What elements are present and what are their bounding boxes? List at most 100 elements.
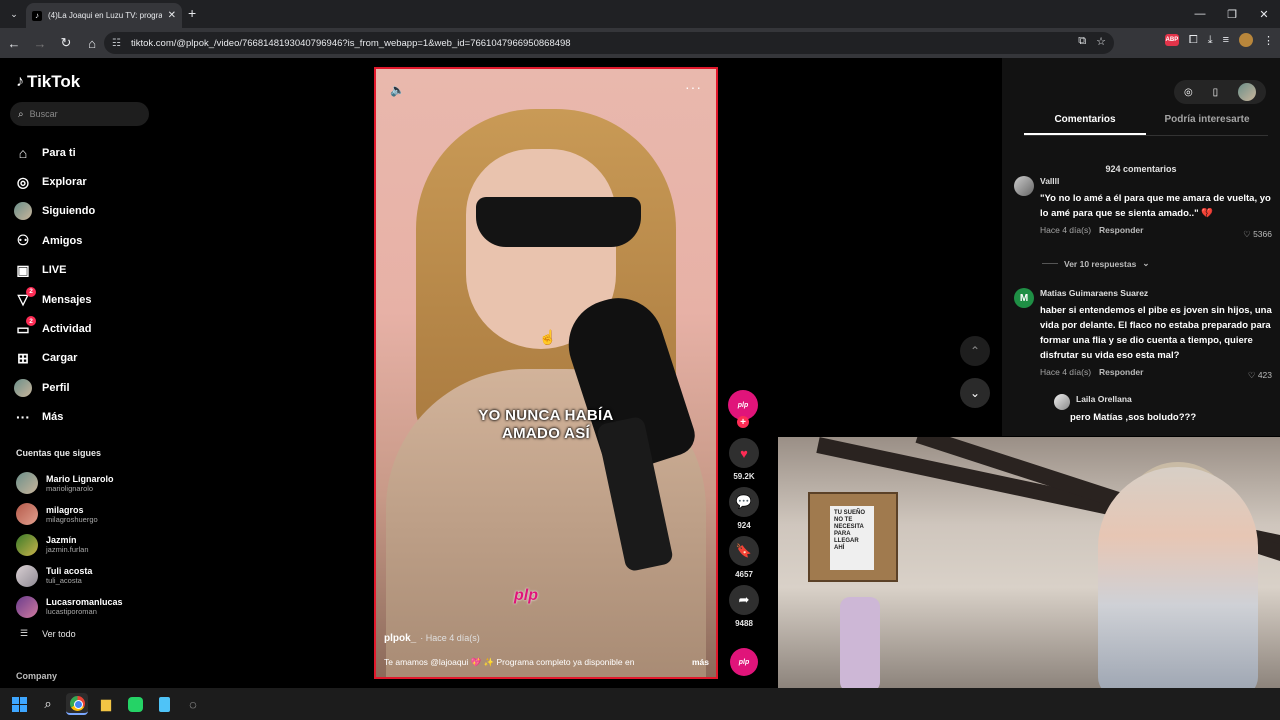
comment-like-button[interactable]: ♡ 5366 bbox=[1243, 229, 1272, 240]
mouse-cursor-icon: ☝ bbox=[539, 329, 557, 345]
search-input[interactable]: ⌕ Buscar bbox=[10, 102, 149, 126]
taskbar: ⌕ ▆ ◌ bbox=[0, 688, 1280, 720]
upload-icon: ⊞ bbox=[17, 349, 29, 366]
extensions-puzzle-icon[interactable]: ⧠ bbox=[1189, 34, 1198, 47]
avatar bbox=[16, 595, 38, 618]
view-replies-button[interactable]: Ver 10 respuestas ⌄ bbox=[1042, 258, 1149, 269]
chrome-taskbar-icon[interactable] bbox=[66, 693, 88, 715]
nav-explorar[interactable]: ◎ Explorar bbox=[14, 167, 154, 196]
start-button[interactable] bbox=[8, 693, 30, 715]
like-action[interactable]: ♥ 59.2K bbox=[728, 438, 760, 481]
file-explorer-icon[interactable]: ▆ bbox=[95, 693, 117, 715]
volume-icon[interactable]: 🔈 bbox=[390, 83, 405, 97]
chrome-menu-icon[interactable]: ⋮ bbox=[1263, 34, 1274, 47]
nav-live[interactable]: ▣ LIVE bbox=[14, 256, 154, 285]
comment-author[interactable]: Matias Guimaraens Suarez bbox=[1040, 288, 1272, 298]
obs-icon[interactable]: ◌ bbox=[182, 693, 204, 715]
avatar[interactable]: M bbox=[1014, 288, 1034, 308]
messages-icon: ▽ 2 bbox=[14, 286, 36, 309]
see-all-link[interactable]: ☰ Ver todo bbox=[20, 628, 76, 639]
comment-meta: Hace 4 día(s) Responder bbox=[1040, 225, 1144, 235]
reply-author[interactable]: Laila Orellana bbox=[1076, 394, 1196, 404]
video-player[interactable]: 🔈 ··· ☝ YO NUNCA HABÍA AMADO ASÍ plp plp… bbox=[374, 67, 718, 679]
person bbox=[1098, 467, 1258, 688]
follow-plus-icon[interactable]: + bbox=[737, 416, 749, 428]
heart-icon[interactable]: ♥ bbox=[729, 438, 759, 468]
previous-video-chevron-up-icon[interactable]: ⌃ bbox=[960, 336, 990, 366]
nav-mensajes[interactable]: ▽ 2 Mensajes bbox=[14, 285, 154, 314]
tab-podria-interesarte[interactable]: Podría interesarte bbox=[1146, 114, 1268, 135]
see-more-link[interactable]: más bbox=[692, 657, 709, 668]
search-icon[interactable]: ⌕ bbox=[37, 693, 59, 715]
video-author[interactable]: plpok_ · Hace 4 día(s) bbox=[384, 633, 480, 644]
nav-cargar[interactable]: ⊞ Cargar bbox=[14, 344, 154, 373]
address-bar[interactable]: ☷ tiktok.com/@plpok_/video/7668148193040… bbox=[104, 32, 1114, 54]
comment-author[interactable]: Vallll bbox=[1040, 176, 1272, 186]
live-icon: ▣ bbox=[16, 261, 30, 278]
comments-count: 924 comentarios bbox=[1105, 164, 1177, 174]
following-account[interactable]: Jazmín jazmin.furlan bbox=[16, 530, 156, 561]
following-account[interactable]: Lucasromanlucas lucastiporoman bbox=[16, 591, 156, 622]
profile-avatar-icon bbox=[14, 378, 32, 397]
avatar[interactable] bbox=[1014, 176, 1034, 196]
panel-top-controls: ◎ ▯ bbox=[1174, 80, 1266, 104]
device-icon[interactable]: ▯ bbox=[1213, 87, 1219, 98]
reply-button[interactable]: Responder bbox=[1099, 225, 1143, 235]
feed-navigation: ⌃ ⌄ bbox=[960, 336, 990, 420]
minimize-button[interactable]: — bbox=[1184, 0, 1216, 28]
next-video-chevron-down-icon[interactable]: ⌄ bbox=[960, 378, 990, 408]
restore-button[interactable]: ❐ bbox=[1216, 0, 1248, 28]
comment-action[interactable]: 💬 924 bbox=[728, 487, 760, 530]
nav-perfil[interactable]: Perfil bbox=[14, 373, 154, 402]
share-icon[interactable]: ➦ bbox=[729, 585, 759, 615]
webcam-overlay: TU SUEÑO NO TE NECESITA PARA LLEGAR AHÍ bbox=[778, 437, 1280, 688]
install-app-icon[interactable]: ⧉ bbox=[1078, 35, 1086, 48]
windows-logo-icon bbox=[11, 696, 27, 712]
reload-button[interactable]: ↻ bbox=[54, 31, 78, 55]
avatar bbox=[16, 533, 38, 556]
forward-button[interactable]: → bbox=[28, 31, 52, 55]
nav-para-ti[interactable]: ⌂ Para ti bbox=[14, 138, 154, 167]
company-link[interactable]: Company bbox=[16, 671, 57, 681]
close-window-button[interactable]: ✕ bbox=[1248, 0, 1280, 28]
whatsapp-icon[interactable] bbox=[124, 693, 146, 715]
following-account[interactable]: milagros milagroshuergo bbox=[16, 499, 156, 530]
comment-like-button[interactable]: ♡ 423 bbox=[1248, 370, 1272, 381]
home-button[interactable]: ⌂ bbox=[80, 31, 104, 55]
following-account[interactable]: Mario Lignarolo mariolignarolo bbox=[16, 468, 156, 499]
sound-disc-button[interactable]: plp bbox=[730, 648, 758, 676]
notepad-icon[interactable] bbox=[153, 693, 175, 715]
tab-comentarios[interactable]: Comentarios bbox=[1024, 114, 1146, 135]
tab-search-button[interactable]: ⌄ bbox=[6, 6, 22, 22]
share-action[interactable]: ➦ 9488 bbox=[728, 585, 760, 628]
nav-amigos[interactable]: ⚇ Amigos bbox=[14, 226, 154, 255]
explore-icon[interactable]: ◎ bbox=[1184, 87, 1193, 98]
nav-actividad[interactable]: ▭ 2 Actividad bbox=[14, 314, 154, 343]
reply-button[interactable]: Responder bbox=[1099, 367, 1143, 377]
new-tab-button[interactable]: + bbox=[188, 5, 196, 21]
comment-icon[interactable]: 💬 bbox=[729, 487, 759, 517]
save-action[interactable]: 🔖 4657 bbox=[728, 536, 760, 579]
following-account[interactable]: Tuli acosta tuli_acosta bbox=[16, 560, 156, 591]
site-info-icon[interactable]: ☷ bbox=[112, 38, 121, 49]
avatar[interactable] bbox=[1054, 394, 1070, 410]
user-avatar[interactable] bbox=[1238, 83, 1257, 101]
nav-siguiendo[interactable]: Siguiendo bbox=[14, 197, 154, 226]
following-list: Mario Lignarolo mariolignarolo milagros mi… bbox=[16, 468, 156, 622]
video-more-options-icon[interactable]: ··· bbox=[685, 79, 702, 95]
tiktok-logo[interactable]: ♪ TikTok bbox=[16, 72, 80, 92]
author-avatar-button[interactable]: plp + bbox=[728, 390, 758, 428]
reply-item: Laila Orellana pero Matías ,sos boludo??… bbox=[1054, 394, 1196, 423]
reading-list-icon[interactable]: ≡ bbox=[1223, 34, 1229, 46]
chevron-down-icon: ⌄ bbox=[1142, 258, 1150, 268]
profile-avatar-icon[interactable] bbox=[1239, 33, 1253, 47]
comment-text: "Yo no lo amé a él para que me amara de … bbox=[1040, 193, 1271, 219]
extension-plp-icon[interactable]: ABP bbox=[1164, 34, 1179, 46]
downloads-icon[interactable]: ⤓ bbox=[1208, 34, 1213, 47]
nav-mas[interactable]: ··· Más bbox=[14, 403, 154, 432]
browser-tab[interactable]: ♪ (4)La Joaqui en Luzu TV: progra ✕ bbox=[26, 3, 182, 28]
bookmark-icon[interactable]: 🔖 bbox=[729, 536, 759, 566]
back-button[interactable]: ← bbox=[2, 31, 26, 55]
bookmark-star-icon[interactable]: ☆ bbox=[1096, 35, 1106, 48]
close-tab-icon[interactable]: ✕ bbox=[168, 10, 176, 21]
